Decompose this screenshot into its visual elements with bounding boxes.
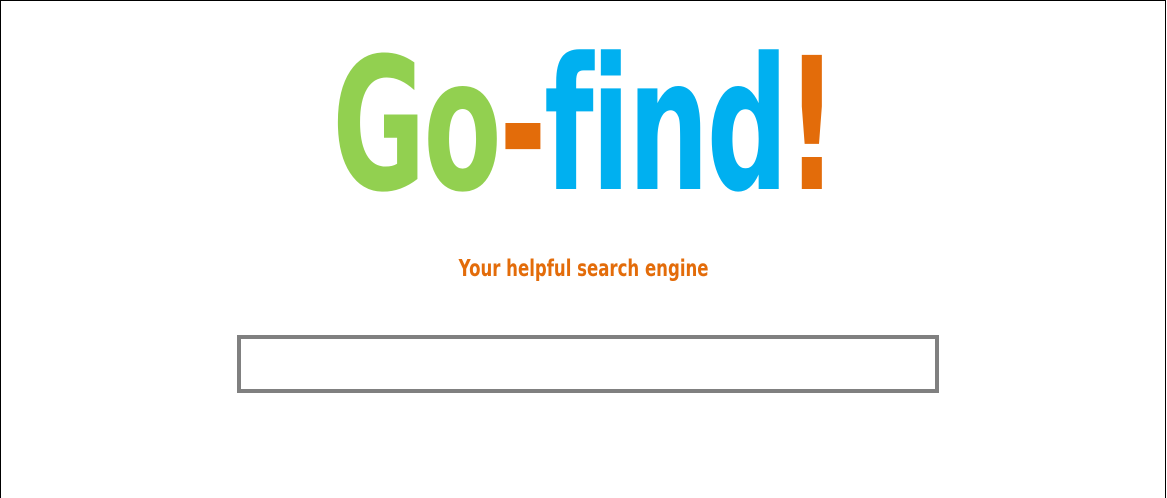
logo-part-exclamation: ! (786, 19, 838, 233)
logo-part-go: Go (332, 19, 502, 233)
tagline: Your helpful search engine (1, 253, 1167, 285)
logo-part-dash: - (499, 19, 546, 233)
logo-part-find: find (544, 19, 788, 233)
tagline-text: Your helpful search engine (459, 256, 709, 282)
page-frame: Go-find! Your helpful search engine (0, 0, 1166, 498)
logo-wordmark: Go-find! (332, 19, 838, 233)
search-input[interactable] (237, 335, 939, 393)
logo: Go-find! (1, 31, 1167, 221)
